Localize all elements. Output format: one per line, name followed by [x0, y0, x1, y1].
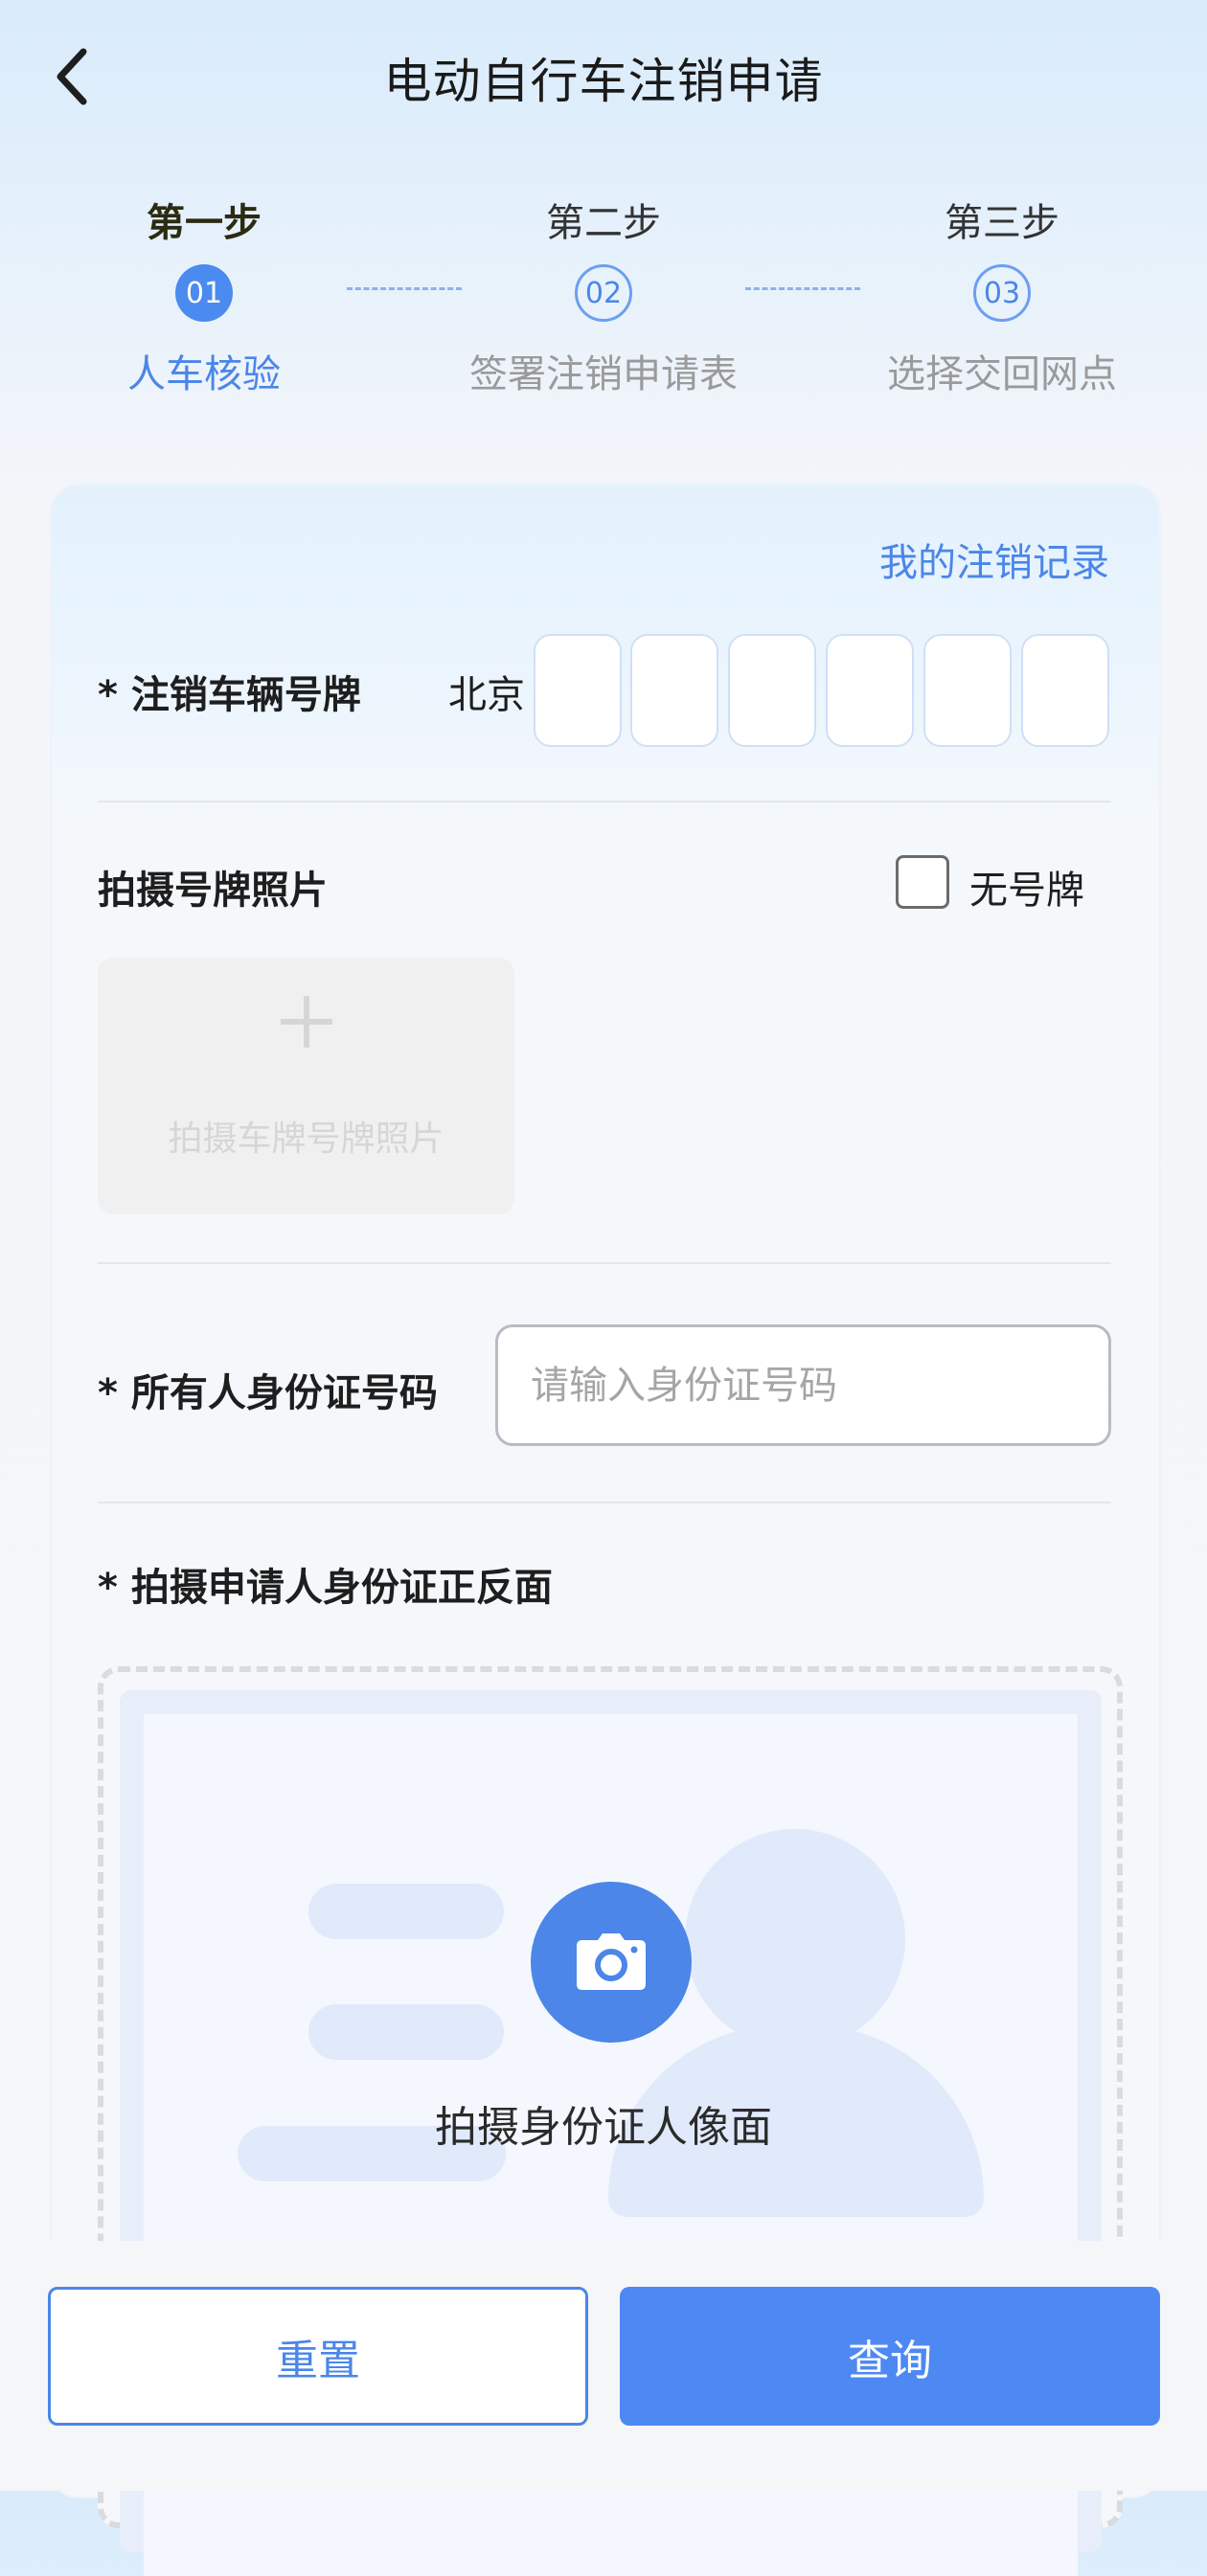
plate-photo-upload[interactable]: 拍摄车牌号牌照片 [98, 958, 514, 1214]
id-number-input[interactable] [495, 1324, 1111, 1446]
divider [98, 1262, 1111, 1264]
step-2-desc: 签署注销申请表 [469, 352, 738, 396]
page-title: 电动自行车注销申请 [383, 54, 824, 109]
plate-photo-upload-text: 拍摄车牌号牌照片 [168, 1119, 444, 1159]
divider [98, 801, 1111, 802]
reset-button[interactable]: 重置 [48, 2287, 588, 2426]
plate-char-box-5[interactable] [923, 634, 1012, 747]
step-3-number: 03 [973, 264, 1031, 322]
id-card-line-placeholder [308, 2004, 504, 2060]
divider [98, 1502, 1111, 1503]
plate-char-box-2[interactable] [630, 634, 718, 747]
step-1-number: 01 [175, 264, 233, 322]
step-2-number: 02 [575, 264, 632, 322]
id-card-line-placeholder [308, 1884, 504, 1939]
plate-label: * 注销车辆号牌 [98, 673, 361, 717]
query-button[interactable]: 查询 [620, 2287, 1160, 2426]
cancel-record-link[interactable]: 我的注销记录 [879, 531, 1109, 587]
plate-char-box-1[interactable] [534, 634, 622, 747]
plate-char-box-6[interactable] [1021, 634, 1109, 747]
step-1-desc: 人车核验 [127, 352, 281, 396]
portrait-head-placeholder [685, 1829, 905, 2049]
plate-prefix: 北京 [448, 673, 525, 717]
step-2-name: 第二步 [546, 201, 661, 245]
step-1: 第一步 01 人车核验 [32, 192, 376, 398]
step-3: 第三步 03 选择交回网点 [830, 192, 1174, 398]
plate-char-box-4[interactable] [826, 634, 914, 747]
id-photo-label: * 拍摄申请人身份证正反面 [98, 1566, 553, 1610]
id-number-label: * 所有人身份证号码 [98, 1371, 438, 1415]
step-3-name: 第三步 [945, 201, 1059, 245]
plate-char-box-3[interactable] [728, 634, 816, 747]
id-photo-camera-text: 拍摄身份证人像面 [435, 2103, 772, 2152]
plus-icon [98, 996, 514, 1051]
plate-photo-label: 拍摄号牌照片 [98, 869, 328, 913]
camera-button[interactable] [531, 1882, 692, 2043]
no-plate-label[interactable]: 无号牌 [969, 859, 1084, 915]
step-2: 第二步 02 签署注销申请表 [431, 192, 776, 398]
camera-icon [577, 1933, 646, 1990]
no-plate-checkbox[interactable] [896, 855, 949, 909]
step-3-desc: 选择交回网点 [887, 352, 1117, 396]
step-1-name: 第一步 [147, 201, 262, 245]
